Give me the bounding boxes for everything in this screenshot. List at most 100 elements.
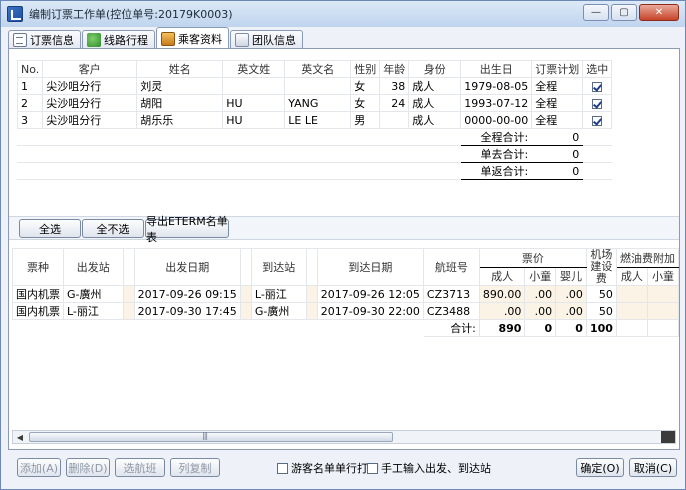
copy-column-button[interactable]: 列复制: [170, 458, 220, 477]
checkbox-box[interactable]: [367, 462, 378, 474]
col-plan[interactable]: 订票计划: [531, 60, 584, 78]
table-row[interactable]: 国内机票 L-丽江 2017-09-30 17:45 G-廣州 2017-09-…: [12, 302, 680, 320]
cell-identity[interactable]: 成人: [408, 77, 462, 95]
maximize-button[interactable]: ▢: [611, 4, 637, 21]
table-row[interactable]: 1 尖沙咀分行 刘灵 女 38 成人 1979-08-05 全程: [16, 77, 613, 95]
select-none-button[interactable]: 全不选: [82, 219, 144, 238]
col-airport-fee[interactable]: 机场建设费: [585, 248, 617, 286]
cell-gender[interactable]: 女: [350, 94, 381, 112]
col-last-name[interactable]: 英文姓: [222, 60, 286, 78]
col-selected[interactable]: 选中: [582, 60, 613, 78]
cell-age[interactable]: 38: [379, 77, 410, 95]
cell-customer[interactable]: 尖沙咀分行: [42, 94, 138, 112]
select-all-button[interactable]: 全选: [19, 219, 81, 238]
col-from[interactable]: 出发站: [63, 248, 124, 286]
scroll-thumb[interactable]: [29, 431, 393, 442]
cell-last-name[interactable]: [222, 77, 286, 95]
scroll-left-icon[interactable]: ◀: [13, 431, 27, 443]
cell-customer[interactable]: 尖沙咀分行: [42, 77, 138, 95]
col-no[interactable]: No.: [16, 60, 44, 78]
cell-from[interactable]: G-廣州: [63, 285, 124, 303]
cell-fuel-adult[interactable]: [615, 302, 648, 320]
cell-plan[interactable]: 全程: [531, 77, 584, 95]
cell-birth[interactable]: 1993-07-12: [460, 94, 533, 112]
cell-name[interactable]: 胡乐乐: [136, 111, 224, 129]
cell-identity[interactable]: 成人: [408, 111, 462, 129]
col-fuel-adult[interactable]: 成人: [615, 266, 648, 286]
cell-customer[interactable]: 尖沙咀分行: [42, 111, 138, 129]
cell-ticket-type[interactable]: 国内机票: [12, 302, 64, 320]
cell-first-name[interactable]: [284, 77, 352, 95]
cancel-button[interactable]: 取消(C): [629, 458, 677, 477]
minimize-button[interactable]: —: [583, 4, 609, 21]
col-age[interactable]: 年龄: [379, 60, 410, 78]
close-button[interactable]: ✕: [639, 4, 679, 21]
col-name[interactable]: 姓名: [136, 60, 224, 78]
col-fare-child[interactable]: 小童: [524, 266, 557, 286]
cell-airport-fee[interactable]: 50: [585, 285, 617, 303]
cell-gender[interactable]: 女: [350, 77, 381, 95]
selected-checkbox[interactable]: [592, 98, 603, 109]
cell-birth[interactable]: 0000-00-00: [460, 111, 533, 129]
horizontal-scrollbar[interactable]: ◀: [12, 430, 676, 444]
cell-ticket-type[interactable]: 国内机票: [12, 285, 64, 303]
tab-team[interactable]: 团队信息: [230, 30, 303, 49]
selected-checkbox[interactable]: [592, 81, 603, 92]
cell-fare-infant[interactable]: .00: [555, 285, 587, 303]
col-first-name[interactable]: 英文名: [284, 60, 352, 78]
delete-button[interactable]: 删除(D): [66, 458, 110, 477]
add-button[interactable]: 添加(A): [17, 458, 61, 477]
cell-last-name[interactable]: HU: [222, 111, 286, 129]
cell-last-name[interactable]: HU: [222, 94, 286, 112]
cell-fuel-child[interactable]: [646, 285, 680, 303]
cell-fuel-adult[interactable]: [615, 285, 648, 303]
cell-fare-adult[interactable]: 890.00: [478, 285, 526, 303]
cell-birth[interactable]: 1979-08-05: [460, 77, 533, 95]
table-row[interactable]: 国内机票 G-廣州 2017-09-26 09:15 L-丽江 2017-09-…: [12, 285, 680, 303]
checkbox-box[interactable]: [277, 462, 288, 474]
col-fuel-child[interactable]: 小童: [646, 266, 680, 286]
col-gender[interactable]: 性别: [350, 60, 381, 78]
tab-booking-info[interactable]: 订票信息: [8, 30, 81, 49]
table-row[interactable]: 3 尖沙咀分行 胡乐乐 HU LE LE 男 成人 0000-00-00 全程: [16, 111, 613, 129]
ok-button[interactable]: 确定(O): [576, 458, 624, 477]
cell-first-name[interactable]: YANG: [284, 94, 352, 112]
cell-age[interactable]: [379, 111, 410, 129]
manual-input-checkbox[interactable]: 手工输入出发、到达站: [367, 460, 491, 476]
col-identity[interactable]: 身份: [408, 60, 462, 78]
cell-fare-child[interactable]: .00: [524, 302, 557, 320]
table-row[interactable]: 2 尖沙咀分行 胡阳 HU YANG 女 24 成人 1993-07-12 全程: [16, 94, 613, 112]
col-birth[interactable]: 出生日: [460, 60, 533, 78]
cell-fare-child[interactable]: .00: [524, 285, 557, 303]
tab-route[interactable]: 线路行程: [82, 30, 155, 49]
cell-from[interactable]: L-丽江: [63, 302, 124, 320]
cell-fuel-child[interactable]: [646, 302, 680, 320]
cell-arr-date[interactable]: 2017-09-26 12:05: [316, 285, 424, 303]
pick-flight-button[interactable]: 选航班: [115, 458, 165, 477]
export-eterm-button[interactable]: 导出ETERM名单表: [145, 215, 229, 244]
col-dep-date[interactable]: 出发日期: [133, 248, 241, 286]
cell-first-name[interactable]: LE LE: [284, 111, 352, 129]
cell-age[interactable]: 24: [379, 94, 410, 112]
cell-airport-fee[interactable]: 50: [585, 302, 617, 320]
cell-dep-date[interactable]: 2017-09-26 09:15: [133, 285, 241, 303]
col-arr-date[interactable]: 到达日期: [316, 248, 424, 286]
col-customer[interactable]: 客户: [42, 60, 138, 78]
cell-to[interactable]: G-廣州: [250, 302, 307, 320]
print-single-checkbox[interactable]: 游客名单单行打印: [277, 460, 379, 476]
col-ticket-type[interactable]: 票种: [12, 248, 64, 286]
cell-fare-infant[interactable]: .00: [555, 302, 587, 320]
cell-name[interactable]: 胡阳: [136, 94, 224, 112]
cell-plan[interactable]: 全程: [531, 111, 584, 129]
cell-arr-date[interactable]: 2017-09-30 22:00: [316, 302, 424, 320]
col-fare-infant[interactable]: 婴儿: [555, 266, 587, 286]
selected-checkbox[interactable]: [592, 115, 603, 126]
cell-dep-date[interactable]: 2017-09-30 17:45: [133, 302, 241, 320]
cell-gender[interactable]: 男: [350, 111, 381, 129]
cell-name[interactable]: 刘灵: [136, 77, 224, 95]
tab-passenger[interactable]: 乘客资料: [156, 27, 229, 49]
cell-identity[interactable]: 成人: [408, 94, 462, 112]
col-fare-adult[interactable]: 成人: [478, 266, 526, 286]
col-to[interactable]: 到达站: [250, 248, 307, 286]
cell-plan[interactable]: 全程: [531, 94, 584, 112]
